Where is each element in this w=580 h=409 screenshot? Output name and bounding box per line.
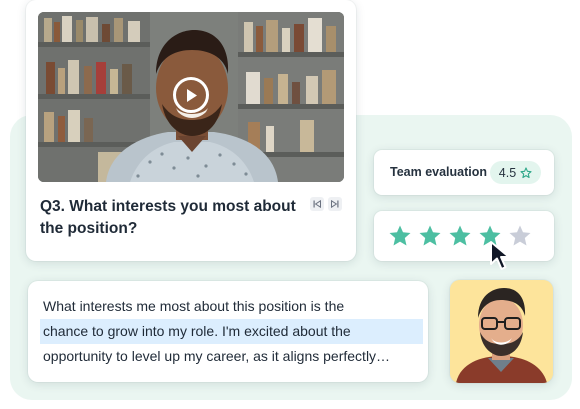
star-outline-icon (520, 166, 532, 178)
mouse-cursor-icon (490, 241, 510, 270)
star-rating-card (374, 211, 554, 261)
skip-forward-icon (331, 200, 339, 208)
skip-back-icon (313, 200, 321, 208)
candidate-avatar (450, 280, 553, 383)
question-text: Q3. What interests you most about the po… (40, 198, 296, 237)
rating-star-1[interactable] (388, 224, 412, 248)
video-question-card: Q3. What interests you most about the po… (26, 0, 356, 261)
team-evaluation-label: Team evaluation (390, 165, 488, 179)
answer-transcript-card: What interests me most about this positi… (28, 281, 428, 382)
rating-star-2[interactable] (418, 224, 442, 248)
answer-line-highlighted: chance to grow into my role. I'm excited… (40, 319, 423, 344)
rating-star-3[interactable] (448, 224, 472, 248)
video-player[interactable] (38, 12, 344, 182)
answer-line: opportunity to level up my career, as it… (43, 348, 391, 364)
answer-transcript: What interests me most about this positi… (40, 294, 423, 369)
play-button[interactable] (173, 77, 209, 113)
candidate-photo (450, 280, 553, 383)
play-icon (187, 89, 197, 102)
next-button[interactable] (328, 197, 342, 211)
evaluation-score-badge: 4.5 (490, 161, 541, 184)
answer-line: What interests me most about this positi… (43, 298, 345, 314)
evaluation-score: 4.5 (498, 165, 517, 180)
previous-button[interactable] (310, 197, 324, 211)
team-evaluation-card: Team evaluation 4.5 (374, 150, 554, 195)
